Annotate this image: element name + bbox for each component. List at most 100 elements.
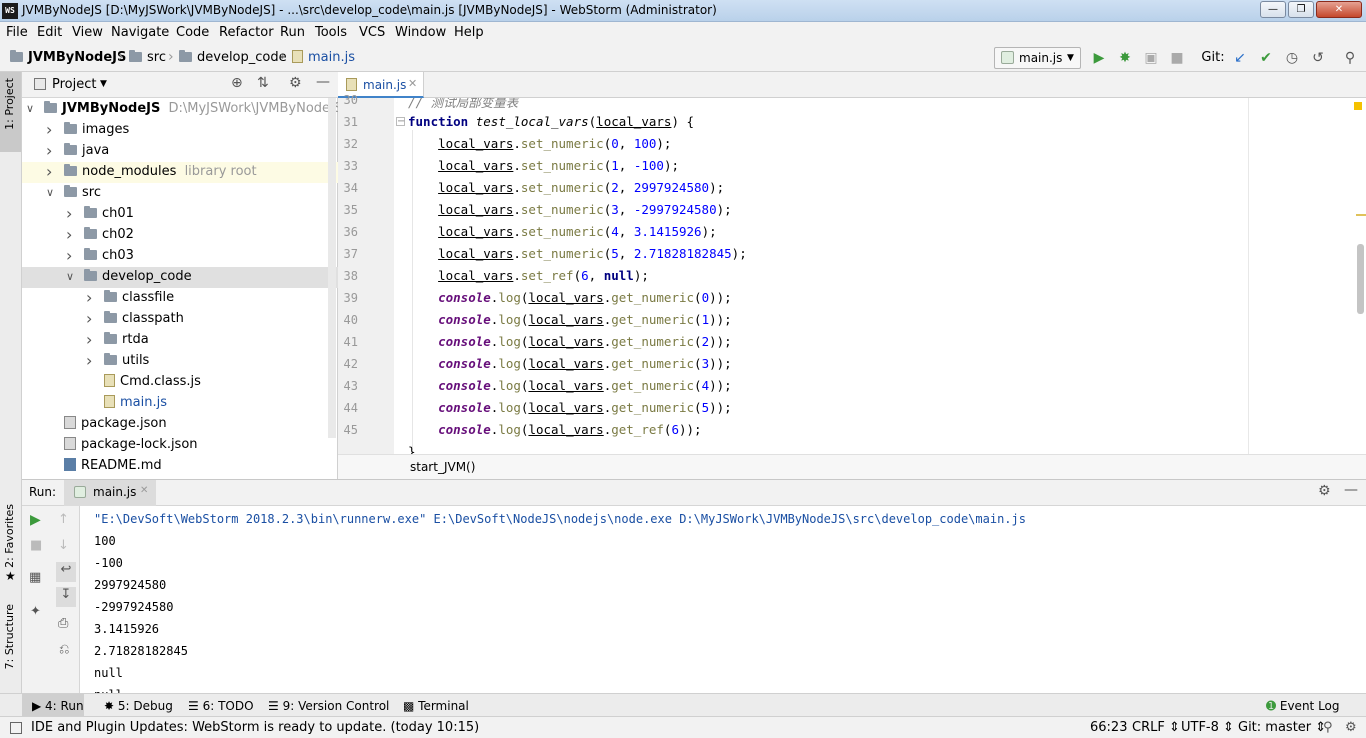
chevron-right-icon[interactable]: › <box>46 161 52 182</box>
tree-item[interactable]: main.js <box>22 392 328 413</box>
gear-icon[interactable]: ⚙ <box>1318 483 1331 499</box>
chevron-right-icon[interactable]: › <box>86 350 92 371</box>
crumb-src[interactable]: src <box>129 50 166 65</box>
file-encoding[interactable]: UTF-8 ⇕ <box>1181 720 1234 735</box>
run-icon[interactable]: ▶ <box>1089 48 1109 68</box>
version-control-tool-tab[interactable]: ☰ 9: Version Control <box>268 699 389 713</box>
menu-tools[interactable]: Tools <box>315 25 347 40</box>
crumb-develop-code[interactable]: develop_code <box>179 50 287 65</box>
indent-guide <box>412 130 413 450</box>
git-history-icon[interactable]: ◷ <box>1282 48 1302 68</box>
chevron-right-icon[interactable]: › <box>46 119 52 140</box>
chevron-right-icon[interactable]: › <box>66 203 72 224</box>
tree-item-content: images <box>64 119 129 140</box>
structure-tool-tab[interactable]: 7: Structure <box>3 604 16 669</box>
lock-icon[interactable]: ⚲ <box>1323 720 1333 735</box>
menu-edit[interactable]: Edit <box>37 25 62 40</box>
status-bar: IDE and Plugin Updates: WebStorm is read… <box>0 716 1366 738</box>
gear-icon[interactable]: ⚙ <box>289 75 302 91</box>
chevron-right-icon[interactable]: › <box>86 287 92 308</box>
tree-item[interactable]: Cmd.class.js <box>22 371 328 392</box>
code-area[interactable]: // 测试局部变量表 function test_local_vars(local… <box>338 98 1353 454</box>
tree-item[interactable]: › ch02 <box>22 224 328 245</box>
stop-icon[interactable]: ■ <box>1167 48 1187 68</box>
code-token: ) { <box>671 114 695 129</box>
inspector-icon[interactable]: ⚙ <box>1345 720 1357 735</box>
close-tab-icon[interactable]: ✕ <box>140 485 148 496</box>
todo-tool-tab[interactable]: ☰ 6: TODO <box>188 699 254 713</box>
minimize-button[interactable]: — <box>1260 1 1286 18</box>
close-tab-icon[interactable]: ✕ <box>408 77 417 90</box>
chevron-right-icon[interactable]: › <box>66 245 72 266</box>
toggle-tool-windows-icon[interactable] <box>10 722 22 734</box>
chevron-down-icon[interactable]: ∨ <box>66 266 74 287</box>
run-configuration-select[interactable]: main.js ▼ <box>994 47 1081 69</box>
fold-marker-icon[interactable]: − <box>396 117 405 127</box>
menu-file[interactable]: File <box>6 25 28 40</box>
favorites-tool-tab[interactable]: 2: Favorites <box>3 504 16 568</box>
project-view-selector[interactable]: Project <box>52 77 96 92</box>
tree-item[interactable]: ∨ src <box>22 182 328 203</box>
chevron-right-icon[interactable]: › <box>66 224 72 245</box>
chevron-down-icon[interactable]: ∨ <box>46 182 54 203</box>
tree-item[interactable]: ∨ develop_code <box>22 266 328 287</box>
crumb-main-js[interactable]: main.js <box>292 50 355 65</box>
menu-window[interactable]: Window <box>395 25 446 40</box>
tree-item[interactable]: › rtda <box>22 329 328 350</box>
locate-icon[interactable]: ⊕ <box>231 75 243 91</box>
tree-item[interactable]: package-lock.json <box>22 434 328 455</box>
search-icon[interactable]: ⚲ <box>1340 48 1360 68</box>
status-message[interactable]: IDE and Plugin Updates: WebStorm is read… <box>31 720 479 735</box>
chevron-right-icon[interactable]: › <box>46 140 52 161</box>
tree-item[interactable]: package.json <box>22 413 328 434</box>
collapse-all-icon[interactable]: ⇅ <box>257 75 269 91</box>
terminal-tool-tab[interactable]: ▩ Terminal <box>403 699 469 713</box>
chevron-right-icon[interactable]: › <box>86 308 92 329</box>
tree-item[interactable]: › classpath <box>22 308 328 329</box>
tree-item[interactable]: › utils <box>22 350 328 371</box>
run-tab-main-js[interactable]: main.js ✕ <box>64 480 156 506</box>
editor-scrollbar[interactable] <box>1357 244 1364 314</box>
event-log-tool-tab[interactable]: ➊ Event Log <box>1266 699 1340 713</box>
debug-icon[interactable]: ✸ <box>1115 48 1135 68</box>
line-separator[interactable]: CRLF ⇕ <box>1132 720 1180 735</box>
coverage-icon[interactable]: ▣ <box>1141 48 1161 68</box>
menu-view[interactable]: View <box>72 25 103 40</box>
tree-item[interactable]: › node_modules library root <box>22 161 328 182</box>
chevron-right-icon[interactable]: › <box>86 329 92 350</box>
git-commit-icon[interactable]: ✔ <box>1256 48 1276 68</box>
crumb-project[interactable]: JVMByNodeJS <box>10 50 126 65</box>
menu-navigate[interactable]: Navigate <box>111 25 169 40</box>
git-update-icon[interactable]: ↙ <box>1230 48 1250 68</box>
tree-item-content: main.js <box>104 392 167 413</box>
function-breadcrumb[interactable]: start_JVM() <box>410 460 475 474</box>
tree-item[interactable]: README.md <box>22 455 328 476</box>
menu-help[interactable]: Help <box>454 25 484 40</box>
git-revert-icon[interactable]: ↺ <box>1308 48 1328 68</box>
project-tool-tab[interactable]: 1: Project <box>3 78 16 130</box>
run-tool-tab[interactable]: ▶ 4: Run <box>32 699 84 713</box>
hide-icon[interactable]: — <box>316 74 330 90</box>
hide-icon[interactable]: — <box>1344 482 1358 498</box>
parameter: local_vars <box>528 400 604 415</box>
maximize-button[interactable]: ❐ <box>1288 1 1314 18</box>
console-output[interactable]: "E:\DevSoft\WebStorm 2018.2.3\bin\runner… <box>22 506 1366 694</box>
git-branch[interactable]: Git: master ⇕ <box>1238 720 1326 735</box>
inspection-status-icon[interactable] <box>1354 102 1362 110</box>
tree-item[interactable]: ∨ JVMByNodeJS D:\MyJSWork\JVMByNodeJS <box>22 98 342 119</box>
tree-item[interactable]: › java <box>22 140 328 161</box>
chevron-down-icon[interactable]: ▼ <box>100 79 107 89</box>
project-scrollbar[interactable] <box>328 98 336 438</box>
tree-item[interactable]: › images <box>22 119 328 140</box>
tree-item[interactable]: › classfile <box>22 287 328 308</box>
menu-code[interactable]: Code <box>176 25 209 40</box>
close-button[interactable]: ✕ <box>1316 1 1362 18</box>
menu-refactor[interactable]: Refactor <box>219 25 274 40</box>
menu-vcs[interactable]: VCS <box>359 25 385 40</box>
menu-run[interactable]: Run <box>280 25 305 40</box>
tree-item[interactable]: › ch01 <box>22 203 328 224</box>
chevron-down-icon[interactable]: ∨ <box>26 98 34 119</box>
caret-position[interactable]: 66:23 <box>1090 720 1127 735</box>
tree-item[interactable]: › ch03 <box>22 245 328 266</box>
debug-tool-tab[interactable]: ✸ 5: Debug <box>104 699 173 713</box>
